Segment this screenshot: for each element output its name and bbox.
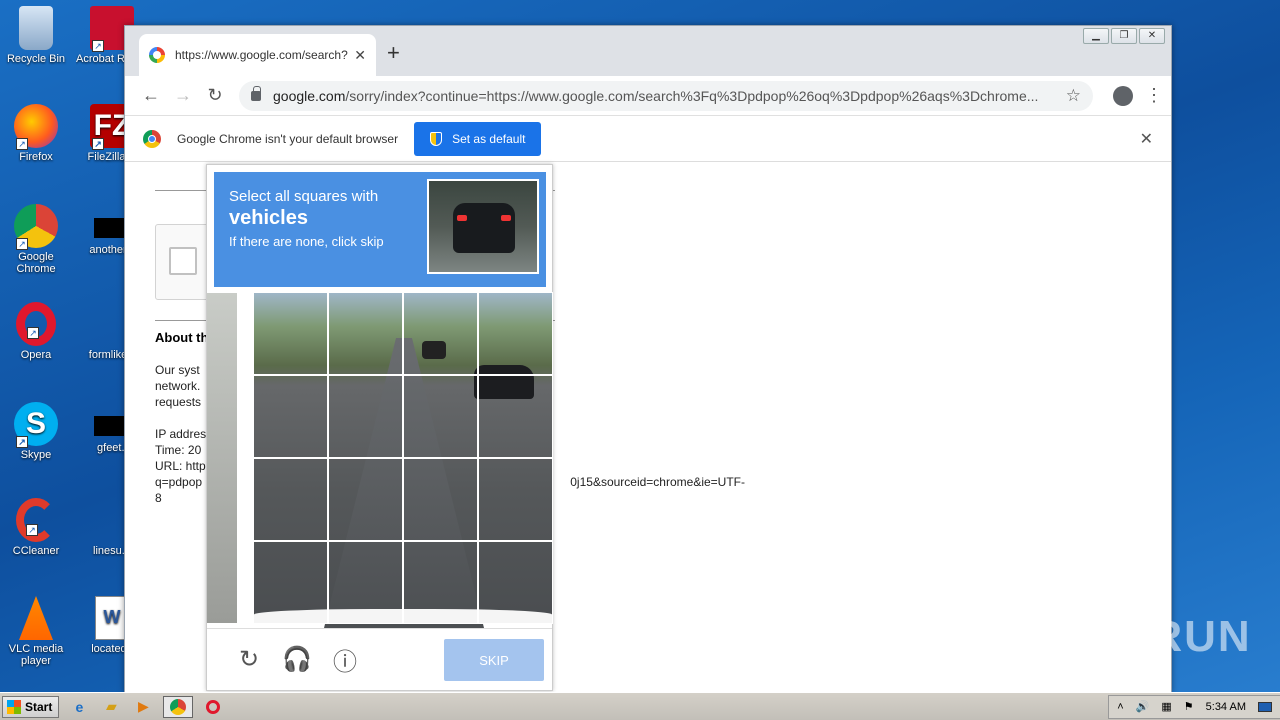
restore-button[interactable]: ❐ xyxy=(1111,28,1137,44)
image-tile[interactable] xyxy=(478,375,553,458)
default-browser-infobar: Google Chrome isn't your default browser… xyxy=(125,116,1171,162)
desktop-icon-label: Google Chrome xyxy=(16,251,56,275)
image-tile[interactable] xyxy=(403,458,478,541)
skip-button[interactable]: SKIP xyxy=(444,639,544,681)
url-text: google.com/sorry/index?continue=https://… xyxy=(273,88,1058,104)
infobar-close-icon[interactable]: ✕ xyxy=(1140,129,1153,149)
close-tab-icon[interactable]: ✕ xyxy=(354,47,366,64)
infobar-message: Google Chrome isn't your default browser xyxy=(177,131,399,146)
desktop-icon-label: Skype xyxy=(20,449,52,461)
url-path: /sorry/index?continue=https://www.google… xyxy=(345,87,1039,104)
image-tile[interactable] xyxy=(403,292,478,375)
desktop-icon-firefox[interactable]: ↗ Firefox xyxy=(0,104,72,163)
desktop-icon-vlc[interactable]: VLC media player xyxy=(0,596,72,667)
network-icon[interactable]: ▦ xyxy=(1161,700,1171,713)
desktop-icon-chrome[interactable]: ↗ Google Chrome xyxy=(0,204,72,275)
car-icon xyxy=(453,203,515,253)
tab-strip: https://www.google.com/search?q= ✕ + ▁ ❐… xyxy=(125,26,1171,76)
chrome-menu-icon[interactable]: ⋮ xyxy=(1145,85,1163,106)
image-tile[interactable] xyxy=(478,292,553,375)
desktop-icon-label: Recycle Bin xyxy=(6,53,66,65)
show-desktop-icon[interactable] xyxy=(1258,701,1272,712)
image-tile[interactable] xyxy=(328,541,403,624)
url-host: google.com xyxy=(273,87,346,104)
tray-expand-icon[interactable]: ˄ xyxy=(1117,701,1123,713)
bookmark-star-icon[interactable]: ☆ xyxy=(1066,86,1081,106)
image-tile[interactable] xyxy=(253,541,328,624)
recycle-bin-icon xyxy=(19,6,53,50)
challenge-header: Select all squares with vehicles If ther… xyxy=(214,172,546,287)
audio-challenge-icon[interactable]: 🎧 xyxy=(273,640,321,680)
image-tile[interactable] xyxy=(253,375,328,458)
tab-title: https://www.google.com/search?q= xyxy=(175,48,349,62)
desktop-icon-recycle-bin[interactable]: Recycle Bin xyxy=(0,6,72,65)
system-tray: ˄ 🔊 ▦ ⚑ 5:34 AM xyxy=(1108,694,1280,719)
reload-button[interactable]: ↻ xyxy=(199,85,231,106)
taskbar: Start e ▰ ▶ ˄ 🔊 ▦ ⚑ 5:34 AM xyxy=(0,692,1280,720)
desktop-icon-label: Opera xyxy=(20,349,52,361)
about-heading: About th xyxy=(155,330,209,345)
opera-taskbar-icon[interactable] xyxy=(201,696,225,718)
image-tile[interactable] xyxy=(403,375,478,458)
detail-url-tail: 0j15&sourceid=chrome&ie=UTF- xyxy=(570,475,745,489)
vlc-icon xyxy=(19,596,53,640)
start-label: Start xyxy=(25,699,53,714)
desktop-icon-label: VLC media player xyxy=(8,643,64,667)
close-window-button[interactable]: ✕ xyxy=(1139,28,1165,44)
previous-image-strip xyxy=(207,293,237,623)
image-tile-grid xyxy=(253,292,553,624)
minimize-button[interactable]: ▁ xyxy=(1083,28,1109,44)
image-tile[interactable] xyxy=(478,541,553,624)
set-as-default-label: Set as default xyxy=(452,131,526,146)
chrome-logo-icon xyxy=(143,129,161,148)
forward-button[interactable]: → xyxy=(167,85,199,106)
window-controls: ▁ ❐ ✕ xyxy=(1083,28,1165,44)
set-as-default-button[interactable]: Set as default xyxy=(414,121,542,156)
address-bar[interactable]: google.com/sorry/index?continue=https://… xyxy=(239,80,1093,111)
image-tile[interactable] xyxy=(328,375,403,458)
firefox-icon: ↗ xyxy=(14,104,58,150)
new-tab-button[interactable]: + xyxy=(387,40,400,66)
reload-challenge-icon[interactable]: ↻ xyxy=(225,640,273,680)
image-tile[interactable] xyxy=(403,541,478,624)
back-button[interactable]: ← xyxy=(135,85,167,106)
image-tile[interactable] xyxy=(253,292,328,375)
action-center-flag-icon[interactable]: ⚑ xyxy=(1184,700,1194,713)
recaptcha-checkbox[interactable] xyxy=(169,247,197,275)
chrome-taskbar-icon[interactable] xyxy=(163,695,194,718)
windows-logo-icon xyxy=(7,699,21,714)
detail-url-start: q=pdpop xyxy=(155,475,203,489)
google-favicon-icon xyxy=(149,47,165,63)
uac-shield-icon xyxy=(430,131,443,146)
opera-icon: ↗ xyxy=(16,302,56,346)
start-button[interactable]: Start xyxy=(2,695,60,718)
volume-icon[interactable]: 🔊 xyxy=(1136,700,1150,713)
info-icon[interactable]: ⓘ xyxy=(321,640,369,680)
skype-icon: S ↗ xyxy=(14,402,58,448)
clock[interactable]: 5:34 AM xyxy=(1206,701,1246,713)
image-tile[interactable] xyxy=(478,458,553,541)
browser-tab[interactable]: https://www.google.com/search?q= ✕ xyxy=(139,34,376,76)
image-tile[interactable] xyxy=(328,292,403,375)
explorer-icon[interactable]: ▰ xyxy=(99,696,123,718)
browser-toolbar: ← → ↻ google.com/sorry/index?continue=ht… xyxy=(125,76,1171,116)
desktop-icon-label: CCleaner xyxy=(12,545,60,557)
desktop-icon-opera[interactable]: ↗ Opera xyxy=(0,302,72,361)
profile-avatar-icon[interactable] xyxy=(1113,85,1133,106)
desktop-icon-ccleaner[interactable]: ↗ CCleaner xyxy=(0,498,72,557)
lock-icon xyxy=(251,85,261,101)
image-tile[interactable] xyxy=(253,458,328,541)
ie-icon[interactable]: e xyxy=(67,696,91,718)
anyrun-watermark: ANY RUN xyxy=(1038,612,1252,661)
desktop-icon-skype[interactable]: S ↗ Skype xyxy=(0,402,72,461)
challenge-footer: ↻ 🎧 ⓘ SKIP xyxy=(207,628,552,690)
media-player-icon[interactable]: ▶ xyxy=(131,696,155,718)
chrome-icon: ↗ xyxy=(14,204,58,250)
sample-vehicle-image xyxy=(427,179,539,274)
image-tile[interactable] xyxy=(328,458,403,541)
ccleaner-icon: ↗ xyxy=(16,498,56,542)
recaptcha-challenge: Select all squares with vehicles If ther… xyxy=(206,164,553,691)
desktop-icon-label: Firefox xyxy=(19,151,53,163)
